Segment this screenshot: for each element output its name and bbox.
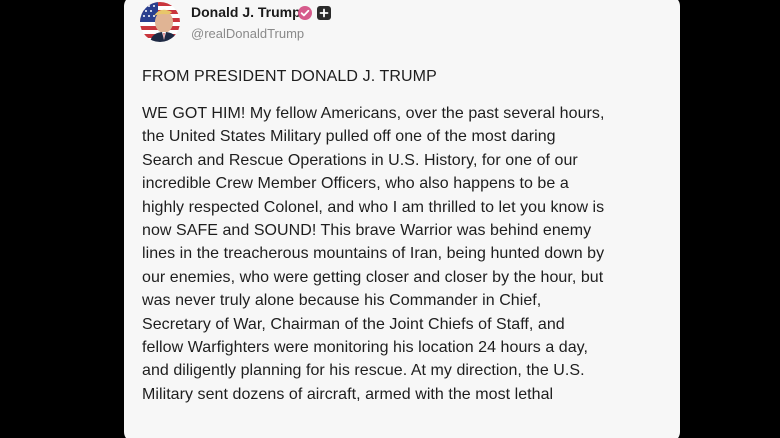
plus-square-icon[interactable] (317, 6, 331, 20)
author-avatar[interactable] (140, 2, 180, 42)
post-body-line: Search and Rescue Operations in U.S. His… (142, 151, 578, 169)
post-body-line: was never truly alone because his Comman… (142, 292, 542, 310)
post-body-line: lines in the treacherous mountains of Ir… (142, 245, 605, 263)
post-body-line: fellow Warfighters were monitoring his l… (142, 339, 589, 357)
author-name[interactable]: Donald J. Trump (191, 4, 301, 20)
post-body: WE GOT HIM! My fellow Americans, over th… (142, 102, 604, 406)
post-body-line: Military sent dozens of aircraft, armed … (142, 385, 554, 403)
post-body-line: and diligently planning for his rescue. … (142, 362, 585, 380)
post-body-line: highly respected Colonel, and who I am t… (142, 198, 605, 216)
post-body-line: incredible Crew Member Officers, who als… (142, 175, 569, 193)
post-body-line: Secretary of War, Chairman of the Joint … (142, 315, 565, 333)
verified-badge-icon (298, 6, 312, 20)
post-body-line: the United States Military pulled off on… (142, 128, 556, 146)
post-body-line: WE GOT HIM! My fellow Americans, over th… (142, 105, 605, 122)
flag-portrait-avatar (140, 2, 180, 42)
video-frame: Donald J. Trump @realDonaldTrump FROM PR… (0, 0, 780, 438)
post-headline: FROM PRESIDENT DONALD J. TRUMP (142, 68, 437, 85)
post-body-line: our enemies, who were getting closer and… (142, 268, 604, 286)
author-handle[interactable]: @realDonaldTrump (191, 26, 304, 41)
post-card: Donald J. Trump @realDonaldTrump FROM PR… (124, 0, 680, 438)
post-body-line: now SAFE and SOUND! This brave Warrior w… (142, 222, 592, 240)
